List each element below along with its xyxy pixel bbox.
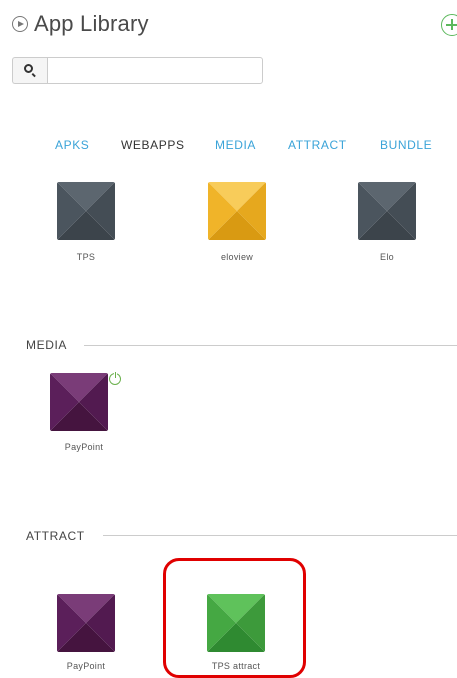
app-label: PayPoint [66, 661, 106, 671]
app-tile-elo[interactable] [358, 182, 416, 240]
tab-webapps[interactable]: WEBAPPS [121, 138, 185, 152]
app-tile-tps[interactable] [57, 182, 115, 240]
plus-circle-icon[interactable] [441, 14, 457, 36]
section-title-attract: ATTRACT [26, 529, 85, 543]
app-label: TPS [76, 252, 96, 262]
play-circle-icon [12, 16, 28, 32]
header: App Library [12, 10, 149, 38]
divider [84, 345, 457, 346]
tab-media[interactable]: MEDIA [215, 138, 256, 152]
app-tile-eloview[interactable] [208, 182, 266, 240]
app-tile-paypoint[interactable] [50, 373, 108, 431]
app-tile-paypoint-attract[interactable] [57, 594, 115, 652]
app-label: PayPoint [64, 442, 104, 452]
divider [103, 535, 457, 536]
search-input[interactable] [47, 57, 263, 84]
tab-bundle[interactable]: BUNDLE [380, 138, 432, 152]
selection-highlight [163, 558, 306, 678]
tab-apks[interactable]: APKS [55, 138, 89, 152]
search-button[interactable] [12, 57, 47, 84]
app-label: eloview [220, 252, 254, 262]
page-title: App Library [34, 11, 149, 36]
section-title-media: MEDIA [26, 338, 68, 352]
tab-attract[interactable]: ATTRACT [288, 138, 347, 152]
power-icon [109, 372, 121, 385]
app-label: Elo [380, 252, 394, 262]
search-icon [24, 64, 33, 73]
